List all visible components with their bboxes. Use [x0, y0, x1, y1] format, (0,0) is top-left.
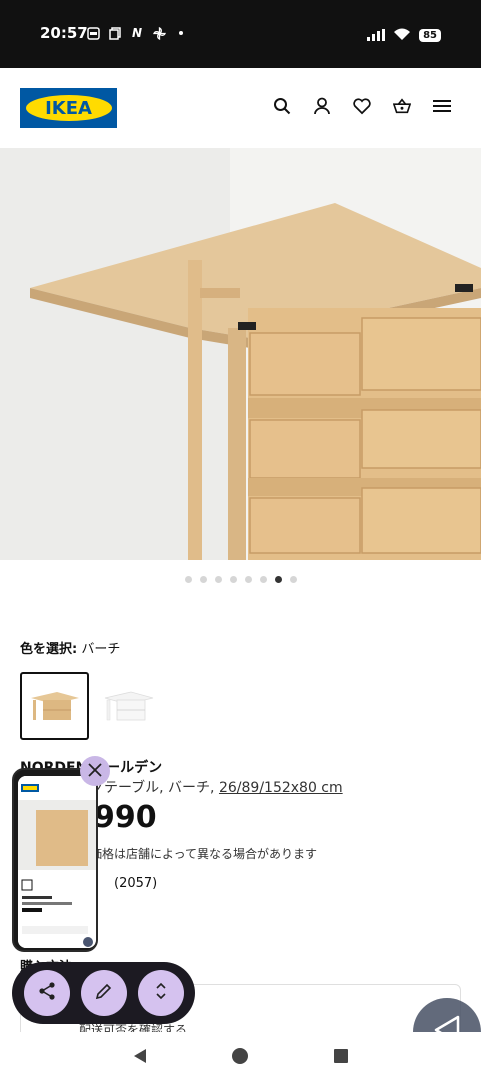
share-button[interactable]: [23, 970, 70, 1016]
price-note: 価格は店舗によって異なる場合があります: [90, 847, 318, 861]
search-icon[interactable]: [273, 96, 291, 116]
edit-pencil-icon: [94, 981, 114, 1005]
gallery-dot[interactable]: [274, 576, 282, 583]
gallery-dot[interactable]: [229, 576, 237, 583]
preview-content: [18, 776, 96, 948]
swatch-birch[interactable]: [20, 672, 89, 740]
nav-recents-icon[interactable]: [329, 1044, 353, 1068]
product-size-link[interactable]: 26/89/152x80 cm: [219, 780, 343, 796]
n-icon: N: [131, 26, 143, 40]
menu-icon[interactable]: [433, 96, 451, 116]
gallery-dot[interactable]: [244, 576, 252, 583]
pinwheel-icon: [152, 26, 166, 40]
gallery-dot[interactable]: [259, 576, 267, 583]
gallery-dot[interactable]: [199, 576, 207, 583]
close-icon: [88, 761, 102, 782]
copy-icon: [108, 26, 122, 40]
gallery-dot[interactable]: [289, 576, 297, 583]
status-time: 20:57: [40, 24, 88, 42]
status-notification-icons: N: [86, 26, 188, 40]
review-count[interactable]: (2057): [114, 876, 157, 891]
share-icon: [37, 981, 57, 1005]
product-image[interactable]: [0, 148, 481, 560]
edit-button[interactable]: [80, 970, 127, 1016]
dot-icon: [174, 26, 188, 40]
expand-vertical-icon: [151, 981, 171, 1005]
color-label-value: バーチ: [81, 642, 121, 657]
nav-home-icon[interactable]: [228, 1044, 252, 1068]
site-header: IKEA: [0, 68, 481, 148]
expand-button[interactable]: [137, 970, 184, 1016]
battery-icon: 85: [419, 29, 441, 42]
screenshot-toolbar: [12, 962, 195, 1024]
cart-icon[interactable]: [393, 96, 411, 116]
swatch-white[interactable]: [94, 672, 163, 740]
color-label-key: 色を選択:: [20, 642, 78, 657]
sim-icon: [86, 26, 100, 40]
color-select-label: 色を選択: バーチ: [20, 638, 120, 657]
account-icon[interactable]: [313, 96, 331, 116]
ikea-logo[interactable]: IKEA: [20, 88, 117, 128]
status-system-icons: 85: [367, 26, 441, 45]
close-preview-button[interactable]: [80, 756, 110, 786]
system-navigation-bar: [0, 1032, 481, 1080]
logo-text: IKEA: [25, 95, 112, 121]
floating-screenshot-preview[interactable]: [12, 768, 98, 952]
status-bar: 20:57 N 85: [0, 0, 481, 68]
gallery-dot[interactable]: [214, 576, 222, 583]
header-actions: [273, 96, 451, 116]
gallery-dots[interactable]: [0, 576, 481, 583]
nav-back-icon[interactable]: [128, 1044, 152, 1068]
wifi-icon: [393, 26, 411, 45]
signal-icon: [367, 26, 386, 45]
wishlist-heart-icon[interactable]: [353, 96, 371, 116]
gallery-dot[interactable]: [184, 576, 192, 583]
